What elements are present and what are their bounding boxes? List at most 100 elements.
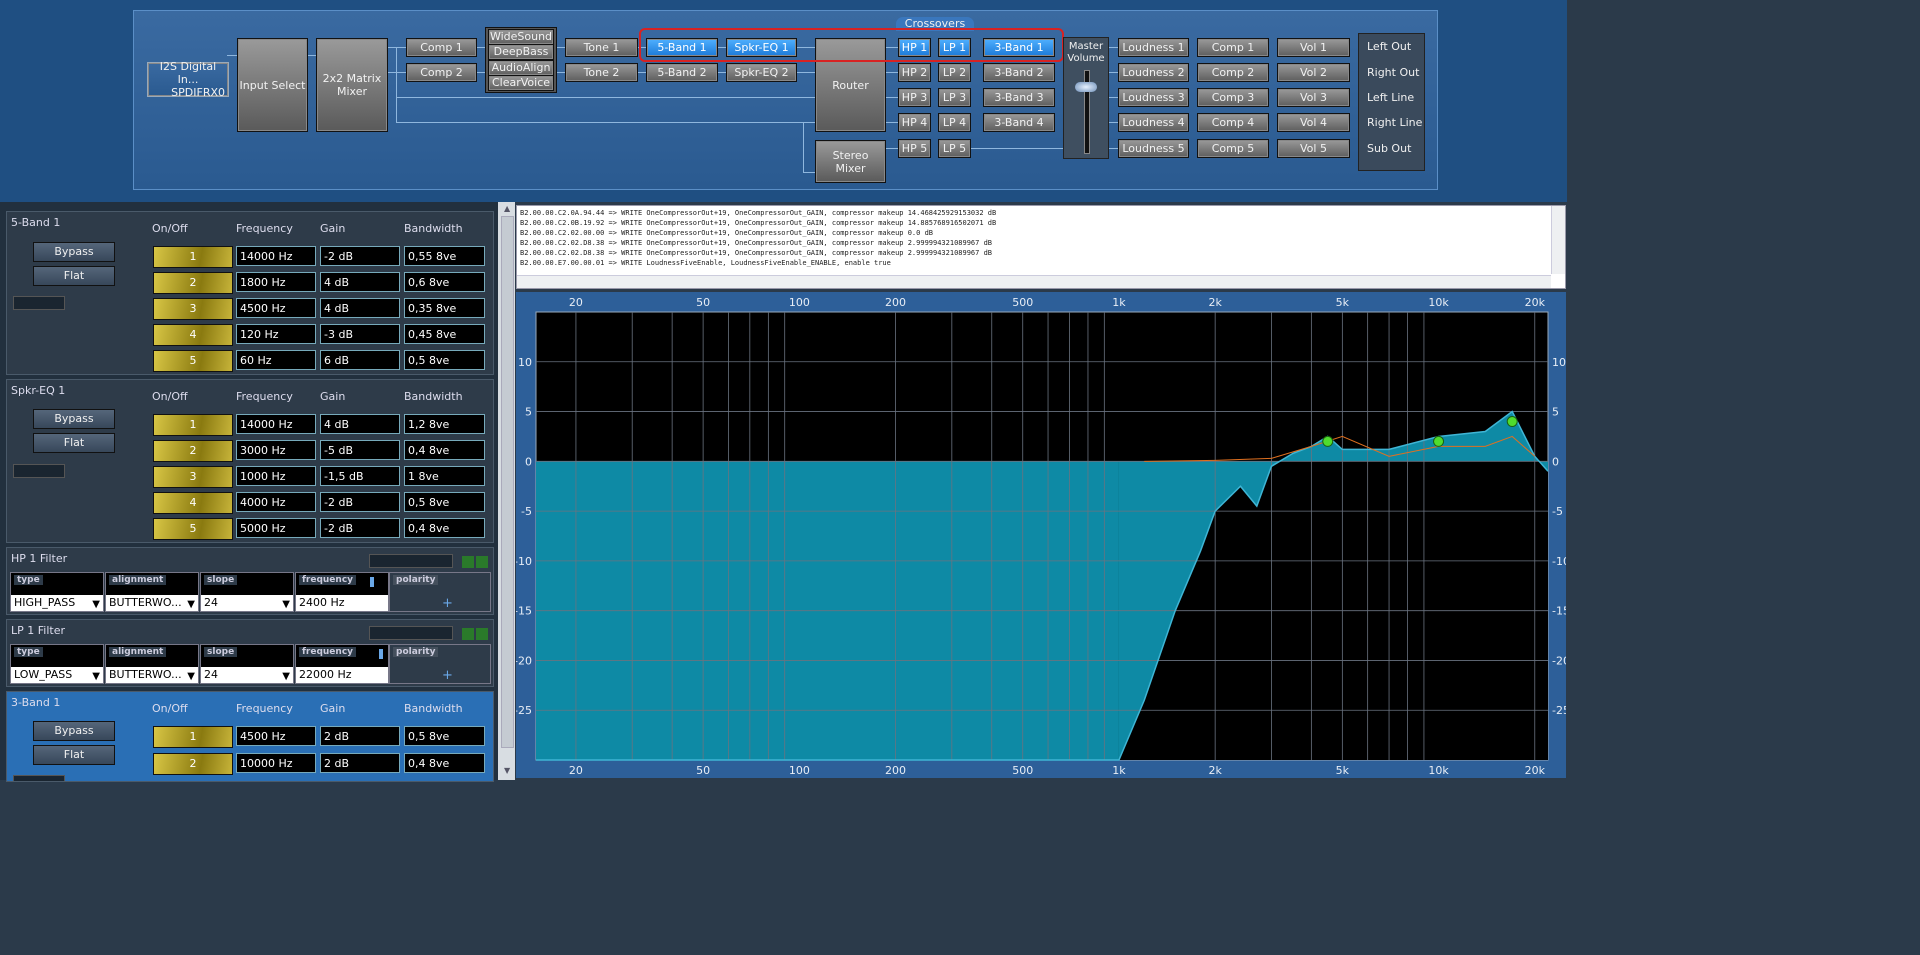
stereo-mixer-block[interactable]: Stereo Mixer (815, 140, 886, 183)
band-on-toggle[interactable]: 3 (153, 466, 233, 488)
band-frequency-field[interactable]: 120 Hz (236, 324, 316, 344)
speaker-icon[interactable] (462, 556, 474, 568)
channel-switch[interactable] (13, 296, 65, 310)
alignment-select[interactable]: alignment BUTTERWO... ▼ (105, 644, 199, 684)
tone-1-block[interactable]: Tone 1 (565, 38, 638, 57)
bypass-button[interactable]: Bypass (33, 409, 115, 429)
log-vertical-scrollbar[interactable] (1551, 206, 1565, 274)
matrix-mixer-block[interactable]: 2x2 Matrix Mixer (316, 38, 388, 132)
band-handle[interactable] (1433, 435, 1445, 447)
bypass-button[interactable]: Bypass (33, 242, 115, 262)
band-frequency-field[interactable]: 60 Hz (236, 350, 316, 370)
comp-in-1-block[interactable]: Comp 1 (406, 38, 477, 57)
scroll-up-icon[interactable]: ▲ (504, 204, 510, 213)
band-gain-field[interactable]: 2 dB (320, 726, 400, 746)
channel-switch[interactable] (13, 775, 65, 781)
band-gain-field[interactable]: -1,5 dB (320, 466, 400, 486)
master-volume-block[interactable]: Master Volume (1063, 37, 1109, 159)
three-band-4-block[interactable]: 3-Band 4 (983, 113, 1055, 132)
speaker-icon[interactable] (462, 628, 474, 640)
loudness-2-block[interactable]: Loudness 2 (1118, 63, 1189, 82)
band-frequency-field[interactable]: 14000 Hz (236, 246, 316, 266)
band-gain-field[interactable]: -3 dB (320, 324, 400, 344)
band-handle[interactable] (1506, 416, 1518, 428)
frequency-slider[interactable] (378, 649, 383, 659)
three-band-3-block[interactable]: 3-Band 3 (983, 88, 1055, 107)
band-on-toggle[interactable]: 1 (153, 246, 233, 268)
band-gain-field[interactable]: 6 dB (320, 350, 400, 370)
band-bandwidth-field[interactable]: 0,35 8ve (404, 298, 485, 318)
band-frequency-field[interactable]: 10000 Hz (236, 753, 316, 773)
bypass-button[interactable]: Bypass (33, 721, 115, 741)
command-log[interactable]: B2.00.00.C2.0A.94.44 => WRITE OneCompres… (516, 205, 1566, 289)
frequency-field[interactable]: frequency 22000 Hz (295, 644, 389, 684)
band-on-toggle[interactable]: 1 (153, 726, 233, 748)
band-frequency-field[interactable]: 4500 Hz (236, 298, 316, 318)
frequency-response-graph[interactable]: 20 20 50 50 100 100 200 200 500 500 1k 1k 2k 2k 5k 5k 10… (514, 292, 1570, 778)
band-bandwidth-field[interactable]: 1 8ve (404, 466, 485, 486)
band-frequency-field[interactable]: 3000 Hz (236, 440, 316, 460)
vol-4-block[interactable]: Vol 4 (1277, 113, 1350, 132)
scrollbar-thumb[interactable] (501, 216, 514, 748)
band-bandwidth-field[interactable]: 1,2 8ve (404, 414, 485, 434)
flat-button[interactable]: Flat (33, 266, 115, 286)
band-frequency-field[interactable]: 5000 Hz (236, 518, 316, 538)
slope-select[interactable]: slope 24 ▼ (200, 572, 294, 612)
loudness-5-block[interactable]: Loudness 5 (1118, 139, 1189, 158)
comp-out-3-block[interactable]: Comp 3 (1197, 88, 1269, 107)
polarity-field[interactable]: polarity + (389, 644, 491, 684)
band-on-toggle[interactable]: 3 (153, 298, 233, 320)
vol-1-block[interactable]: Vol 1 (1277, 38, 1350, 57)
power-icon[interactable] (476, 628, 488, 640)
band-gain-field[interactable]: 4 dB (320, 414, 400, 434)
band-on-toggle[interactable]: 2 (153, 440, 233, 462)
channel-switch[interactable] (369, 554, 453, 568)
band-on-toggle[interactable]: 2 (153, 272, 233, 294)
band-bandwidth-field[interactable]: 0,4 8ve (404, 440, 485, 460)
loudness-4-block[interactable]: Loudness 4 (1118, 113, 1189, 132)
polarity-field[interactable]: polarity + (389, 572, 491, 612)
band-on-toggle[interactable]: 2 (153, 753, 233, 775)
band-gain-field[interactable]: 4 dB (320, 298, 400, 318)
band-gain-field[interactable]: -5 dB (320, 440, 400, 460)
hp-3-block[interactable]: HP 3 (898, 88, 931, 107)
spkr-eq-2-block[interactable]: Spkr-EQ 2 (726, 63, 797, 82)
widesound-block[interactable]: WideSound (488, 29, 554, 45)
band-bandwidth-field[interactable]: 0,55 8ve (404, 246, 485, 266)
lp-5-block[interactable]: LP 5 (938, 139, 971, 158)
band-gain-field[interactable]: -2 dB (320, 518, 400, 538)
band-bandwidth-field[interactable]: 0,5 8ve (404, 350, 485, 370)
loudness-1-block[interactable]: Loudness 1 (1118, 38, 1189, 57)
band-on-toggle[interactable]: 4 (153, 324, 233, 346)
three-band-2-block[interactable]: 3-Band 2 (983, 63, 1055, 82)
audioalign-block[interactable]: AudioAlign (488, 60, 554, 76)
band-gain-field[interactable]: 2 dB (320, 753, 400, 773)
band-frequency-field[interactable]: 4000 Hz (236, 492, 316, 512)
band-bandwidth-field[interactable]: 0,45 8ve (404, 324, 485, 344)
band-on-toggle[interactable]: 1 (153, 414, 233, 436)
band-bandwidth-field[interactable]: 0,5 8ve (404, 726, 485, 746)
comp-out-5-block[interactable]: Comp 5 (1197, 139, 1269, 158)
band-frequency-field[interactable]: 1000 Hz (236, 466, 316, 486)
channel-switch[interactable] (369, 626, 453, 640)
band-on-toggle[interactable]: 5 (153, 350, 233, 372)
master-volume-slider[interactable] (1075, 82, 1097, 92)
tone-2-block[interactable]: Tone 2 (565, 63, 638, 82)
band-on-toggle[interactable]: 4 (153, 492, 233, 514)
clearvoice-block[interactable]: ClearVoice (488, 75, 554, 91)
type-select[interactable]: type HIGH_PASS ▼ (10, 572, 104, 612)
scroll-down-icon[interactable]: ▼ (504, 766, 510, 775)
slope-select[interactable]: slope 24 ▼ (200, 644, 294, 684)
comp-out-2-block[interactable]: Comp 2 (1197, 63, 1269, 82)
input-source-block[interactable]: I2S Digital In... SPDIFRX0 (147, 60, 229, 99)
comp-out-1-block[interactable]: Comp 1 (1197, 38, 1269, 57)
flat-button[interactable]: Flat (33, 433, 115, 453)
flat-button[interactable]: Flat (33, 745, 115, 765)
comp-out-4-block[interactable]: Comp 4 (1197, 113, 1269, 132)
input-select-block[interactable]: Input Select (237, 38, 308, 132)
band-frequency-field[interactable]: 14000 Hz (236, 414, 316, 434)
band-gain-field[interactable]: -2 dB (320, 246, 400, 266)
band-frequency-field[interactable]: 4500 Hz (236, 726, 316, 746)
lp-2-block[interactable]: LP 2 (938, 63, 971, 82)
loudness-3-block[interactable]: Loudness 3 (1118, 88, 1189, 107)
